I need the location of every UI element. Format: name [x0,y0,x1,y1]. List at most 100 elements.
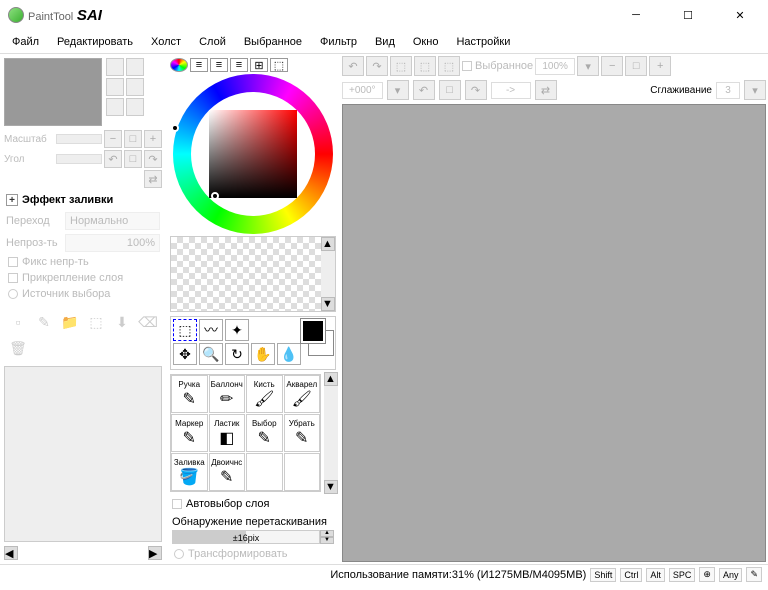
brush-airbrush[interactable]: Баллонч✏ [209,375,246,413]
brush-select[interactable]: Выбор✎ [246,414,283,452]
magic-wand-tool[interactable]: ✦ [225,319,249,341]
brush-binary[interactable]: Двоичнс✎ [209,453,246,491]
rotate-tool[interactable]: ↻ [225,343,249,365]
rotate-left-button[interactable]: ↶ [413,80,435,100]
flip-button[interactable]: ⇄ [535,80,557,100]
zoom-tool[interactable]: 🔍 [199,343,223,365]
nav-btn[interactable] [126,98,144,116]
hsv-slider-tab[interactable]: ≡ [210,58,228,72]
menu-file[interactable]: Файл [12,36,39,48]
new-linework-button[interactable]: ✎ [34,312,54,332]
menu-filter[interactable]: Фильтр [320,36,357,48]
deselect-button[interactable]: ⬚ [390,56,412,76]
drag-detect-slider[interactable]: ±16pix [172,530,320,544]
move-tool[interactable]: ✥ [173,343,197,365]
color-swap[interactable] [301,319,333,355]
hue-handle[interactable] [171,124,179,132]
scroll-up-button[interactable]: ▲ [321,237,335,251]
zoom-dropdown[interactable]: ▾ [577,56,599,76]
color-wheel[interactable] [168,74,338,234]
minimize-button[interactable]: ─ [616,3,656,27]
invert-button[interactable]: ⬚ [414,56,436,76]
brush-eraser[interactable]: Ластик◧ [209,414,246,452]
flip-button[interactable]: ⇄ [144,170,162,188]
clipping-checkbox[interactable] [8,273,18,283]
layer-list[interactable] [4,366,162,542]
brush-bucket[interactable]: Заливка🪣 [171,453,208,491]
zoom-value[interactable]: 100% [535,58,575,75]
hand-tool[interactable]: ✋ [251,343,275,365]
transform-radio[interactable] [174,549,184,559]
zoom-out-button[interactable]: − [104,130,122,148]
scratchpad-tab[interactable]: ⬚ [270,58,288,72]
brush-empty[interactable] [246,453,283,491]
angle-slider[interactable] [56,154,102,164]
nav-btn[interactable] [106,98,124,116]
navigator-preview[interactable] [4,58,102,126]
brush-empty[interactable] [284,453,321,491]
fill-effect-header[interactable]: +Эффект заливки [2,190,164,210]
menu-view[interactable]: Вид [375,36,395,48]
preserve-opacity-checkbox[interactable] [8,257,18,267]
clear-button[interactable]: ⌫ [138,312,158,332]
delete-button[interactable]: 🗑 [8,338,28,358]
sv-handle[interactable] [211,192,219,200]
rect-select-tool[interactable]: ⬚ [173,319,197,341]
color-wheel-tab[interactable] [170,58,188,72]
zoom-fit-button[interactable]: □ [625,56,647,76]
angle-value[interactable]: +000° [342,82,383,99]
selection-source-radio[interactable] [8,289,18,299]
scroll-right-button[interactable]: ▶ [148,546,162,560]
menu-selection[interactable]: Выбранное [244,36,302,48]
brush-brush[interactable]: Кисть🖌 [246,375,283,413]
brush-pen[interactable]: Ручка✎ [171,375,208,413]
rotate-reset-button[interactable]: □ [124,150,142,168]
canvas[interactable] [342,104,766,562]
inc-button[interactable]: ▲ [320,530,334,537]
nav-btn[interactable] [126,58,144,76]
opacity-value[interactable]: 100% [65,234,160,252]
scale-slider[interactable] [56,134,102,144]
new-layer-button[interactable]: ▫ [8,312,28,332]
blend-mode-value[interactable]: Нормально [65,212,160,230]
smoothing-value[interactable]: 3 [716,82,740,99]
close-button[interactable]: ✕ [720,3,760,27]
zoom-reset-button[interactable]: □ [124,130,142,148]
zoom-out-button[interactable]: − [601,56,623,76]
brush-marker[interactable]: Маркер✎ [171,414,208,452]
smoothing-dropdown[interactable]: ▾ [744,80,766,100]
rotate-left-button[interactable]: ↶ [104,150,122,168]
brush-watercolor[interactable]: Акварел🖌 [284,375,321,413]
zoom-in-button[interactable]: + [144,130,162,148]
transfer-button[interactable]: ⬚ [86,312,106,332]
menu-edit[interactable]: Редактировать [57,36,133,48]
rotate-right-button[interactable]: ↷ [465,80,487,100]
menu-canvas[interactable]: Холст [151,36,181,48]
gray-tab[interactable]: ≡ [230,58,248,72]
auto-select-checkbox[interactable] [172,499,182,509]
redo-button[interactable]: ↷ [366,56,388,76]
selected-checkbox[interactable] [462,61,472,71]
new-folder-button[interactable]: 📁 [60,312,80,332]
brush-deselect[interactable]: Убрать✎ [284,414,321,452]
maximize-button[interactable]: ☐ [668,3,708,27]
rgb-slider-tab[interactable]: ≡ [190,58,208,72]
nav-btn[interactable] [106,58,124,76]
scroll-up-button[interactable]: ▲ [324,372,338,386]
menu-window[interactable]: Окно [413,36,439,48]
menu-layer[interactable]: Слой [199,36,226,48]
zoom-in-button[interactable]: + [649,56,671,76]
show-sel-button[interactable]: ⬚ [438,56,460,76]
nav-btn[interactable] [106,78,124,96]
eyedropper-tool[interactable]: 💧 [277,343,301,365]
angle-dropdown[interactable]: ▾ [387,80,409,100]
rotate-reset-button[interactable]: □ [439,80,461,100]
merge-button[interactable]: ⬇ [112,312,132,332]
undo-button[interactable]: ↶ [342,56,364,76]
scroll-left-button[interactable]: ◀ [4,546,18,560]
swatch-area[interactable]: ▲▼ [170,236,336,312]
menu-settings[interactable]: Настройки [456,36,510,48]
dec-button[interactable]: ▼ [320,537,334,544]
lasso-tool[interactable]: 〰 [199,319,223,341]
scroll-down-button[interactable]: ▼ [321,297,335,311]
